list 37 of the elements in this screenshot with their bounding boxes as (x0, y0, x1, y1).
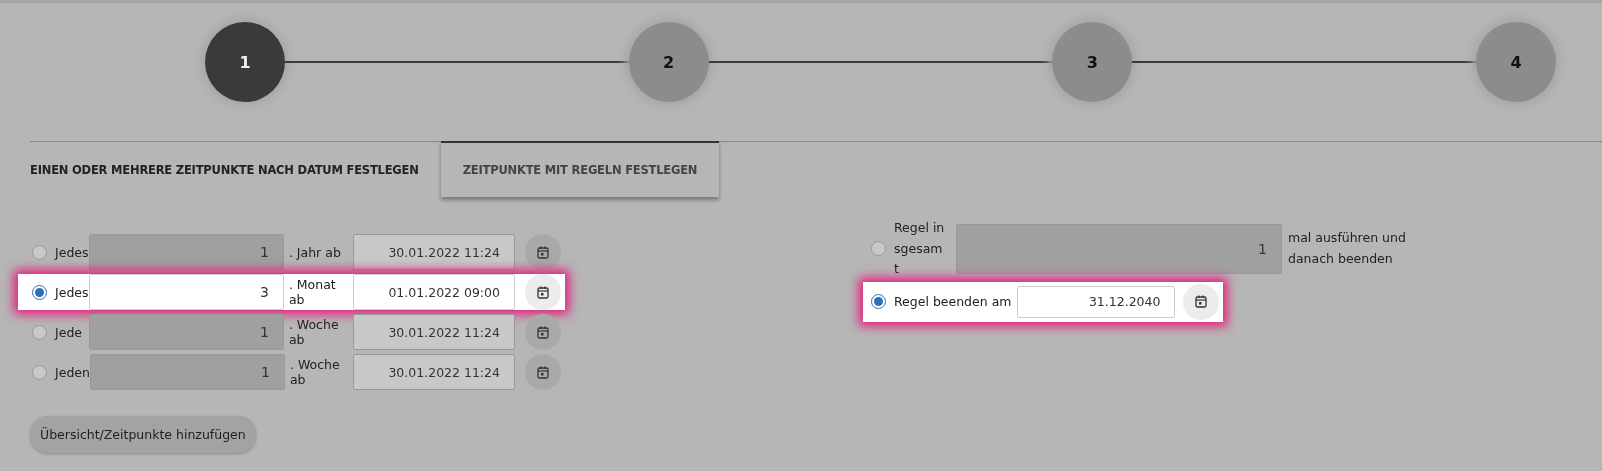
calendar-button[interactable] (525, 274, 561, 310)
option-label: Regel beenden am (894, 292, 1012, 311)
radio-button[interactable] (32, 324, 47, 340)
calendar-icon (537, 365, 549, 379)
suffix-label: mal ausführen und danach beenden (1288, 229, 1407, 268)
calendar-icon (537, 285, 549, 299)
calendar-button[interactable] (525, 234, 561, 270)
date-field[interactable]: 01.01.2022 09:00 (353, 274, 515, 310)
calendar-icon (537, 245, 549, 259)
unit-label: . Woche ab (287, 317, 340, 347)
calendar-button[interactable] (525, 354, 561, 390)
calendar-icon (1195, 295, 1208, 309)
step-circle[interactable]: 2 (628, 22, 709, 102)
unit-label: . Jahr ab (287, 244, 342, 260)
unit-label: . Monat ab (287, 277, 337, 307)
calendar-button[interactable] (525, 314, 561, 350)
tab[interactable]: EINEN ODER MEHRERE ZEITPUNKTE NACH DATUM FESTLEGEN (30, 142, 441, 198)
calendar-icon (537, 325, 549, 339)
radio-button[interactable] (32, 364, 47, 380)
step-circle[interactable]: 3 (1052, 22, 1133, 102)
count-field[interactable]: 3 (88, 274, 284, 310)
radio-button[interactable] (871, 294, 886, 310)
option-label: Jede (55, 324, 83, 340)
option-label: Jeden (55, 364, 90, 380)
option-label: Regel insgesamt (894, 219, 946, 279)
add-button[interactable]: Übersicht/Zeitpunkte hinzufügen (30, 416, 256, 453)
option-label: Jedes (55, 284, 89, 300)
unit-label: . Woche ab (288, 357, 341, 387)
tab[interactable]: ZEITPUNKTE MIT REGELN FESTLEGEN (440, 141, 720, 197)
radio-button[interactable] (32, 284, 47, 300)
date-field[interactable]: 31.12.2040 (1017, 285, 1176, 318)
step-circle[interactable]: 4 (1476, 22, 1556, 102)
radio-button[interactable] (32, 244, 47, 260)
calendar-button[interactable] (1183, 283, 1220, 320)
radio-button[interactable] (871, 241, 886, 257)
step-circle[interactable]: 1 (205, 22, 285, 102)
option-label: Jedes (55, 244, 89, 260)
